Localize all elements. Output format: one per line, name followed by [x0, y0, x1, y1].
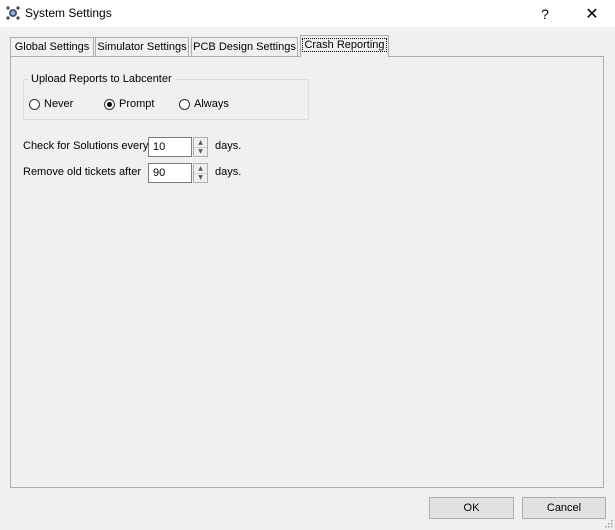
remove-tickets-input[interactable]: 90: [148, 163, 192, 183]
cancel-button[interactable]: Cancel: [522, 497, 606, 519]
radio-always-circle[interactable]: [179, 98, 190, 110]
remove-tickets-spinner[interactable]: 90 ▲ ▼: [148, 163, 209, 183]
upload-reports-group-title: Upload Reports to Labcenter: [28, 73, 175, 85]
radio-never-label: Never: [44, 98, 74, 110]
radio-prompt-label: Prompt: [119, 98, 155, 110]
check-solutions-spinner[interactable]: 10 ▲ ▼: [148, 137, 209, 157]
radio-prompt-circle[interactable]: [104, 98, 115, 110]
spin-down-icon[interactable]: ▼: [194, 147, 207, 156]
radio-never-circle[interactable]: [29, 98, 40, 110]
radio-prompt[interactable]: Prompt: [104, 97, 154, 111]
spin-down-icon[interactable]: ▼: [194, 173, 207, 182]
remove-tickets-unit: days.: [215, 166, 242, 178]
radio-never[interactable]: Never: [29, 97, 73, 111]
check-solutions-arrows: ▲ ▼: [193, 137, 208, 157]
radio-always[interactable]: Always: [179, 97, 229, 111]
check-solutions-unit: days.: [215, 140, 242, 152]
radio-always-label: Always: [194, 98, 229, 110]
system-settings-dialog: System Settings ? ✕ Global Settings Simu…: [0, 0, 615, 530]
check-solutions-label: Check for Solutions every: [23, 140, 149, 152]
remove-tickets-label: Remove old tickets after: [23, 166, 141, 178]
check-solutions-input[interactable]: 10: [148, 137, 192, 157]
ok-button[interactable]: OK: [429, 497, 514, 519]
remove-tickets-arrows: ▲ ▼: [193, 163, 208, 183]
resize-grip-icon[interactable]: [603, 518, 613, 528]
